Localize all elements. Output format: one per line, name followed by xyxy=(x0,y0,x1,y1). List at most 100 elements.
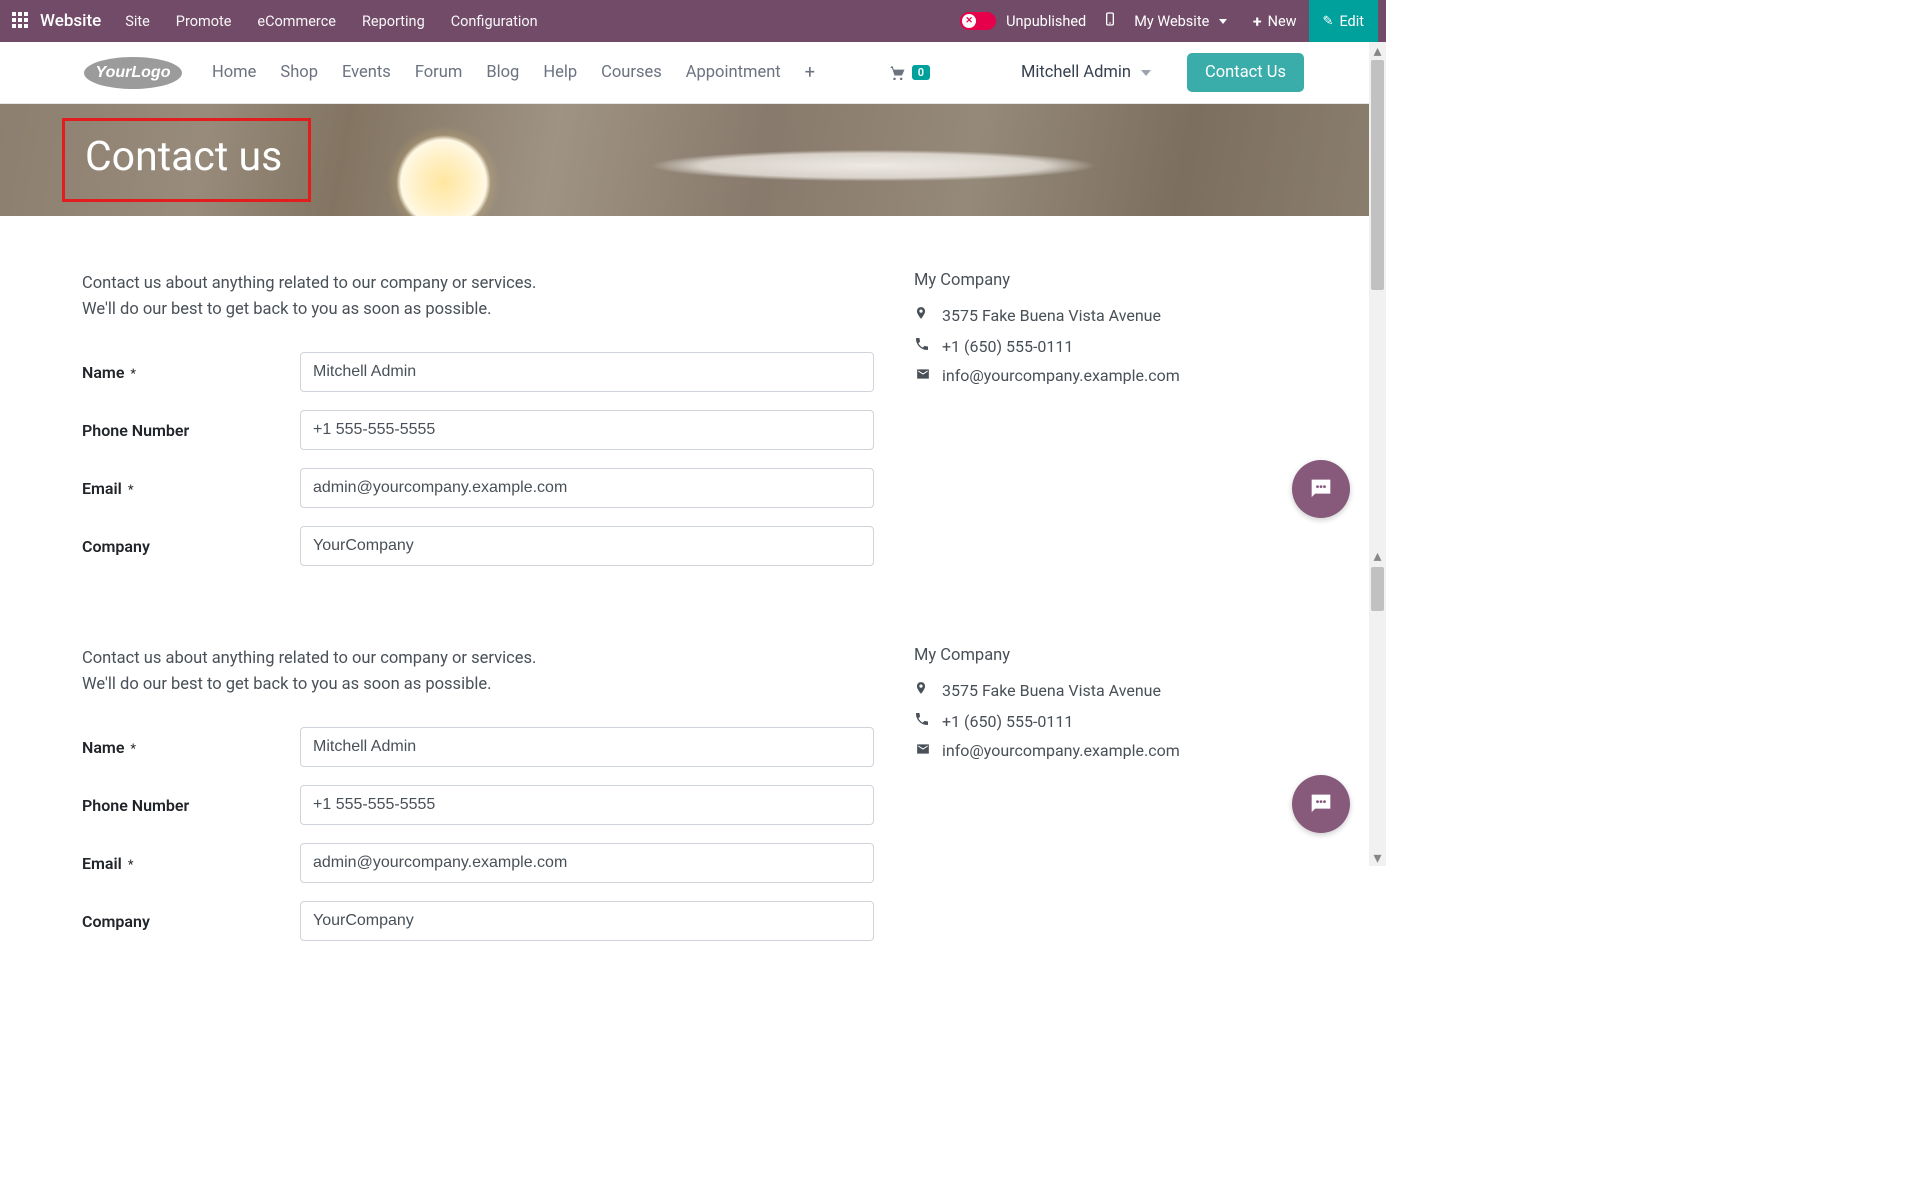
label-name: Name * xyxy=(82,363,300,382)
form-row-phone-2: Phone Number xyxy=(82,785,874,825)
company-phone-line: +1 (650) 555-0111 xyxy=(914,336,1286,356)
company-input-2[interactable] xyxy=(300,901,874,941)
vertical-scrollbar[interactable]: ▴ ▴ ▾ xyxy=(1369,42,1386,866)
user-menu[interactable]: Mitchell Admin xyxy=(1021,63,1151,82)
apps-grid-icon[interactable] xyxy=(12,12,30,30)
company-email-line: info@yourcompany.example.com xyxy=(914,366,1286,385)
website-switcher-label: My Website xyxy=(1134,13,1209,30)
company-address-line-2: 3575 Fake Buena Vista Avenue xyxy=(914,679,1286,701)
map-pin-icon xyxy=(914,679,942,701)
scroll-up-arrow[interactable]: ▴ xyxy=(1369,42,1386,59)
phone-input-2[interactable] xyxy=(300,785,874,825)
nav-shop[interactable]: Shop xyxy=(280,63,318,82)
form-row-email-2: Email * xyxy=(82,843,874,883)
label-phone: Phone Number xyxy=(82,421,300,440)
close-icon: ✕ xyxy=(962,14,976,28)
page-title: Contact us xyxy=(85,133,282,181)
admin-top-bar: Website Site Promote eCommerce Reporting… xyxy=(0,0,1386,42)
admin-menu-reporting[interactable]: Reporting xyxy=(362,13,425,30)
email-input[interactable] xyxy=(300,468,874,508)
chat-widget-1[interactable] xyxy=(1292,460,1350,518)
contact-us-button[interactable]: Contact Us xyxy=(1187,53,1304,92)
admin-menu-ecommerce[interactable]: eCommerce xyxy=(257,13,336,30)
label-company: Company xyxy=(82,537,300,556)
caret-down-icon xyxy=(1219,19,1227,24)
label-email: Email * xyxy=(82,479,300,498)
plus-icon: + xyxy=(1253,12,1262,31)
company-email: info@yourcompany.example.com xyxy=(942,366,1180,385)
nav-add-icon[interactable]: + xyxy=(805,62,815,83)
company-email-line-2: info@yourcompany.example.com xyxy=(914,741,1286,760)
website-switcher[interactable]: My Website xyxy=(1134,13,1227,30)
nav-courses[interactable]: Courses xyxy=(601,63,662,82)
label-company-2: Company xyxy=(82,912,300,931)
chat-widget-2[interactable] xyxy=(1292,775,1350,833)
cart-icon xyxy=(886,63,908,83)
page-content-scroll[interactable]: Contact us about anything related to our… xyxy=(0,216,1368,978)
name-input-2[interactable] xyxy=(300,727,874,767)
phone-icon xyxy=(914,336,942,356)
company-info-2: My Company 3575 Fake Buena Vista Avenue … xyxy=(914,646,1286,959)
admin-menu-site[interactable]: Site xyxy=(125,13,150,30)
scrollbar-thumb-2[interactable] xyxy=(1371,567,1384,611)
company-phone: +1 (650) 555-0111 xyxy=(942,337,1073,356)
nav-help[interactable]: Help xyxy=(543,63,577,82)
name-input[interactable] xyxy=(300,352,874,392)
form-row-email: Email * xyxy=(82,468,874,508)
company-name-2: My Company xyxy=(914,646,1286,665)
publish-toggle[interactable]: ✕ xyxy=(960,12,996,30)
phone-icon xyxy=(914,711,942,731)
admin-menu-promote[interactable]: Promote xyxy=(176,13,232,30)
hero-banner: Contact us xyxy=(0,104,1386,216)
nav-forum[interactable]: Forum xyxy=(415,63,463,82)
nav-events[interactable]: Events xyxy=(342,63,391,82)
contact-section-1: Contact us about anything related to our… xyxy=(0,216,1368,614)
intro-text: Contact us about anything related to our… xyxy=(82,271,874,322)
admin-brand[interactable]: Website xyxy=(40,11,101,31)
company-input[interactable] xyxy=(300,526,874,566)
company-address: 3575 Fake Buena Vista Avenue xyxy=(942,306,1161,325)
form-row-name-2: Name * xyxy=(82,727,874,767)
form-row-name: Name * xyxy=(82,352,874,392)
company-phone-line-2: +1 (650) 555-0111 xyxy=(914,711,1286,731)
chat-icon xyxy=(1307,790,1335,818)
site-header: YourLogo Home Shop Events Forum Blog Hel… xyxy=(0,42,1386,104)
form-row-company: Company xyxy=(82,526,874,566)
admin-menu-configuration[interactable]: Configuration xyxy=(451,13,538,30)
new-button[interactable]: + New xyxy=(1243,0,1307,42)
scroll-down-arrow[interactable]: ▾ xyxy=(1369,849,1386,866)
intro-text-2: Contact us about anything related to our… xyxy=(82,646,874,697)
publish-status: Unpublished xyxy=(1006,13,1086,30)
logo[interactable]: YourLogo xyxy=(82,54,184,92)
contact-section-2: Contact us about anything related to our… xyxy=(0,614,1368,978)
form-row-phone: Phone Number xyxy=(82,410,874,450)
scroll-up-arrow-2[interactable]: ▴ xyxy=(1369,547,1386,564)
user-name: Mitchell Admin xyxy=(1021,63,1131,82)
chat-icon xyxy=(1307,475,1335,503)
pencil-icon: ✎ xyxy=(1323,14,1334,29)
nav-appointment[interactable]: Appointment xyxy=(686,63,781,82)
envelope-icon xyxy=(914,366,942,385)
company-info-1: My Company 3575 Fake Buena Vista Avenue … xyxy=(914,271,1286,584)
company-phone-2: +1 (650) 555-0111 xyxy=(942,712,1073,731)
nav-home[interactable]: Home xyxy=(212,63,256,82)
edit-button[interactable]: ✎ Edit xyxy=(1309,0,1378,42)
intro-line-1: Contact us about anything related to our… xyxy=(82,274,536,293)
phone-input[interactable] xyxy=(300,410,874,450)
label-email-2: Email * xyxy=(82,854,300,873)
new-button-label: New xyxy=(1268,13,1297,30)
label-name-2: Name * xyxy=(82,738,300,757)
svg-text:YourLogo: YourLogo xyxy=(96,64,171,81)
nav-blog[interactable]: Blog xyxy=(486,63,519,82)
cart-button[interactable]: 0 xyxy=(886,63,930,83)
mobile-preview-icon[interactable] xyxy=(1102,11,1118,31)
scrollbar-thumb-1[interactable] xyxy=(1371,60,1384,290)
company-address-line: 3575 Fake Buena Vista Avenue xyxy=(914,304,1286,326)
form-row-company-2: Company xyxy=(82,901,874,941)
envelope-icon xyxy=(914,741,942,760)
email-input-2[interactable] xyxy=(300,843,874,883)
intro-line-2: We'll do our best to get back to you as … xyxy=(82,300,491,319)
cart-count-badge: 0 xyxy=(912,65,930,80)
company-email-2: info@yourcompany.example.com xyxy=(942,741,1180,760)
company-address-2: 3575 Fake Buena Vista Avenue xyxy=(942,681,1161,700)
